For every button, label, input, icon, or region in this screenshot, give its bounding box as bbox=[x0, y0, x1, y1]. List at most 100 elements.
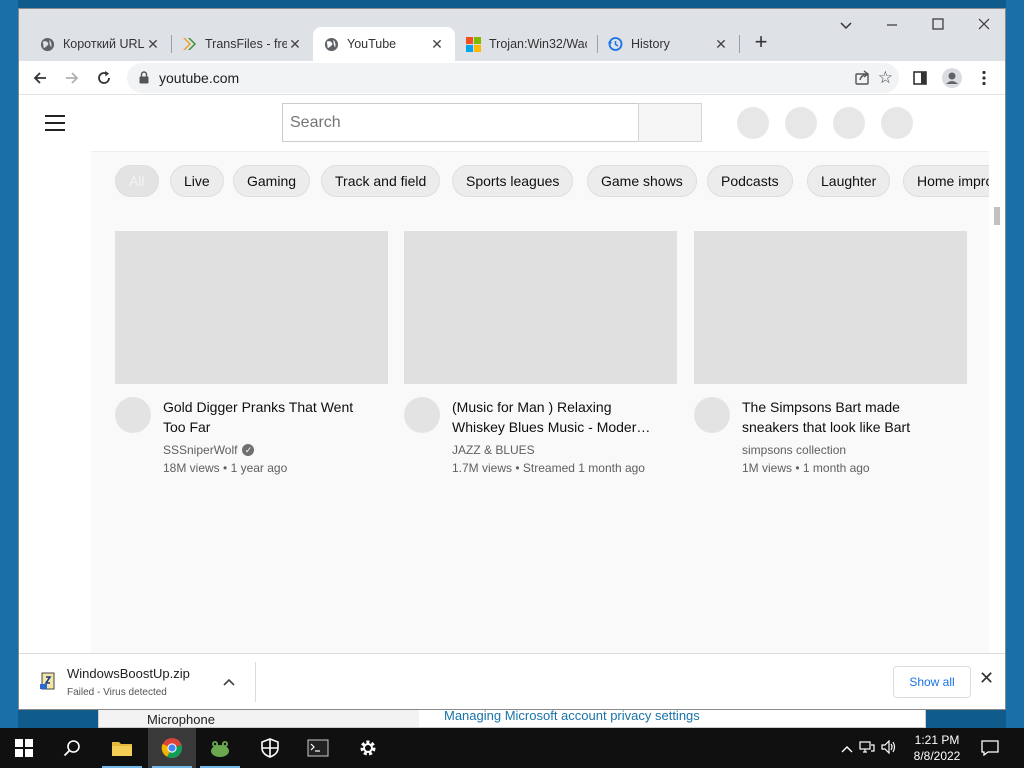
tab-title: Короткий URL bbox=[63, 37, 145, 51]
desktop-background bbox=[0, 0, 18, 728]
windows-taskbar: 1:21 PM 8/8/2022 bbox=[0, 728, 1024, 768]
desktop-background-right bbox=[1006, 0, 1024, 728]
video-card[interactable]: Gold Digger Pranks That Went Too Far SSS… bbox=[115, 231, 388, 475]
search-icon bbox=[63, 740, 80, 757]
close-window-button[interactable] bbox=[961, 15, 1007, 39]
zip-file-icon[interactable] bbox=[39, 672, 57, 695]
gear-icon bbox=[360, 740, 376, 756]
terminal-icon bbox=[307, 739, 329, 757]
chip-gaming[interactable]: Gaming bbox=[233, 165, 311, 197]
globe-icon bbox=[323, 36, 339, 52]
new-tab-button[interactable]: + bbox=[747, 29, 775, 57]
video-thumbnail[interactable] bbox=[404, 231, 677, 384]
video-thumbnail[interactable] bbox=[115, 231, 388, 384]
header-placeholder-icon[interactable] bbox=[881, 107, 913, 139]
page-scrollbar[interactable] bbox=[989, 95, 1005, 653]
search-input[interactable] bbox=[283, 104, 638, 141]
share-icon[interactable] bbox=[854, 69, 871, 91]
back-button[interactable] bbox=[27, 65, 53, 91]
video-title[interactable]: The Simpsons Bart made sneakers that loo… bbox=[742, 397, 952, 437]
start-button[interactable] bbox=[0, 728, 48, 768]
close-tab-icon[interactable]: ✕ bbox=[713, 36, 729, 53]
channel-name[interactable]: simpsons collection bbox=[742, 443, 846, 457]
chip-sports-leagues[interactable]: Sports leagues bbox=[452, 165, 574, 197]
maximize-button[interactable] bbox=[915, 15, 961, 39]
channel-name[interactable]: SSSniperWolf bbox=[163, 443, 237, 457]
taskbar-clock[interactable]: 1:21 PM 8/8/2022 bbox=[906, 732, 968, 764]
video-title[interactable]: Gold Digger Pranks That Went Too Far bbox=[163, 397, 373, 437]
video-thumbnail[interactable] bbox=[694, 231, 967, 384]
show-hidden-icons-chevron-icon[interactable] bbox=[838, 740, 856, 756]
channel-name-row[interactable]: JAZZ & BLUES bbox=[452, 443, 535, 457]
tab-title: History bbox=[631, 37, 670, 51]
channel-avatar[interactable] bbox=[404, 397, 440, 433]
download-filename[interactable]: WindowsBoostUp.zip bbox=[67, 666, 190, 681]
header-placeholder-icon[interactable] bbox=[785, 107, 817, 139]
close-download-bar-icon[interactable]: ✕ bbox=[979, 668, 994, 689]
download-bar: WindowsBoostUp.zip Failed - Virus detect… bbox=[19, 653, 1005, 709]
chrome-taskbar[interactable] bbox=[148, 728, 196, 768]
tab-transfiles[interactable]: TransFiles - free ✕ bbox=[171, 27, 313, 61]
tab-history[interactable]: History ✕ bbox=[597, 27, 739, 61]
chip-laughter[interactable]: Laughter bbox=[807, 165, 891, 197]
search-box[interactable] bbox=[282, 103, 639, 142]
tab-short-url[interactable]: Короткий URL ✕ bbox=[29, 27, 171, 61]
tab-trojan[interactable]: Trojan:Win32/Wacatac bbox=[455, 27, 597, 61]
header-placeholder-icon[interactable] bbox=[833, 107, 865, 139]
video-card[interactable]: The Simpsons Bart made sneakers that loo… bbox=[694, 231, 967, 475]
forward-button[interactable] bbox=[59, 65, 85, 91]
chip-all[interactable]: All bbox=[115, 165, 159, 197]
chip-home-improvement[interactable]: Home improvement bbox=[903, 165, 989, 197]
lock-icon[interactable] bbox=[139, 71, 149, 89]
reload-button[interactable] bbox=[91, 65, 117, 91]
file-explorer-taskbar[interactable] bbox=[98, 728, 146, 768]
channel-name[interactable]: JAZZ & BLUES bbox=[452, 443, 535, 457]
side-panel-button[interactable] bbox=[907, 65, 933, 91]
channel-name-row[interactable]: SSSniperWolf ✓ bbox=[163, 443, 255, 457]
channel-avatar[interactable] bbox=[694, 397, 730, 433]
bg-privacy-link[interactable]: Managing Microsoft account privacy setti… bbox=[444, 708, 700, 723]
hamburger-menu-icon[interactable] bbox=[45, 115, 65, 131]
notifications-button[interactable] bbox=[968, 728, 1012, 768]
bg-microphone-item[interactable]: Microphone bbox=[147, 712, 215, 727]
folder-icon bbox=[112, 742, 132, 756]
channel-name-row[interactable]: simpsons collection bbox=[742, 443, 846, 457]
chip-bar: All Live Gaming Track and field Sports l… bbox=[91, 151, 989, 209]
transfiles-icon bbox=[181, 36, 197, 52]
close-tab-icon[interactable]: ✕ bbox=[287, 36, 303, 53]
terminal-taskbar[interactable] bbox=[294, 728, 342, 768]
download-status: Failed - Virus detected bbox=[67, 687, 167, 698]
tab-title: TransFiles - free bbox=[205, 37, 287, 51]
tab-search-button[interactable] bbox=[823, 15, 869, 39]
network-icon[interactable] bbox=[856, 740, 878, 757]
address-bar[interactable]: youtube.com ☆ bbox=[127, 63, 899, 93]
chip-live[interactable]: Live bbox=[170, 165, 224, 197]
bookmark-star-icon[interactable]: ☆ bbox=[878, 68, 893, 88]
close-tab-icon[interactable]: ✕ bbox=[145, 36, 161, 53]
forward-arrow-icon bbox=[66, 72, 79, 84]
minimize-button[interactable] bbox=[869, 15, 915, 39]
show-all-button[interactable]: Show all bbox=[893, 666, 971, 698]
scrollbar-thumb[interactable] bbox=[994, 207, 1000, 225]
view-count: 1.7M views bbox=[452, 461, 513, 475]
profile-button[interactable] bbox=[939, 65, 965, 91]
menu-button[interactable] bbox=[971, 65, 997, 91]
browser-toolbar: youtube.com ☆ bbox=[19, 61, 1005, 95]
tab-youtube[interactable]: YouTube ✕ bbox=[313, 27, 455, 61]
search-taskbar-button[interactable] bbox=[48, 728, 96, 768]
video-title[interactable]: (Music for Man ) Relaxing Whiskey Blues … bbox=[452, 397, 662, 437]
app-taskbar[interactable] bbox=[196, 728, 244, 768]
chip-podcasts[interactable]: Podcasts bbox=[707, 165, 793, 197]
channel-avatar[interactable] bbox=[115, 397, 151, 433]
close-tab-icon[interactable]: ✕ bbox=[429, 36, 445, 53]
header-placeholder-icon[interactable] bbox=[737, 107, 769, 139]
chip-track-and-field[interactable]: Track and field bbox=[321, 165, 441, 197]
settings-taskbar[interactable] bbox=[344, 728, 392, 768]
volume-icon[interactable] bbox=[878, 739, 900, 757]
chip-game-shows[interactable]: Game shows bbox=[587, 165, 697, 197]
security-taskbar[interactable] bbox=[246, 728, 294, 768]
search-button[interactable] bbox=[638, 103, 702, 142]
tab-strip: Короткий URL ✕ TransFiles - free ✕ YouTu… bbox=[19, 9, 1005, 61]
chevron-up-icon[interactable] bbox=[223, 674, 235, 689]
video-card[interactable]: (Music for Man ) Relaxing Whiskey Blues … bbox=[404, 231, 677, 475]
